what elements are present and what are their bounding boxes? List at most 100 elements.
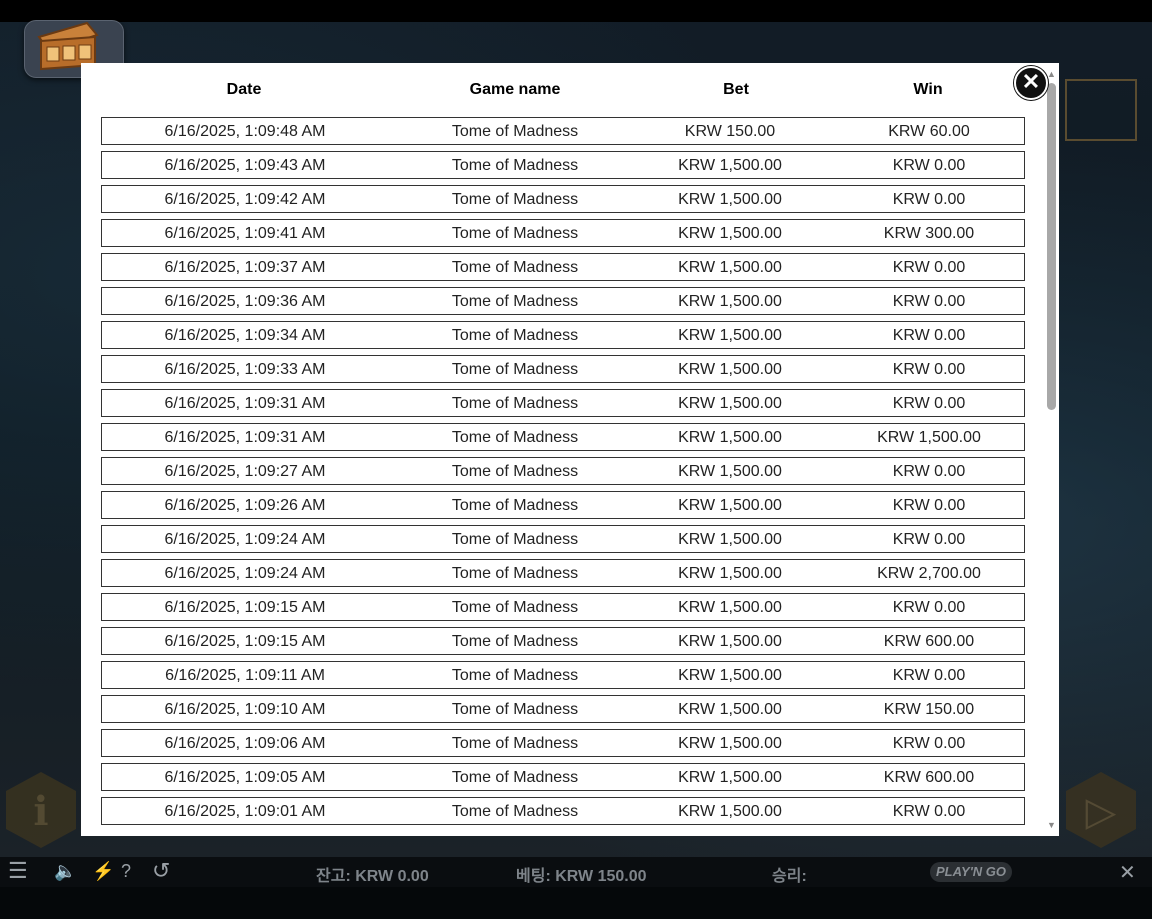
cell-bet: KRW 1,500.00 xyxy=(678,667,782,684)
cell-win: KRW 0.00 xyxy=(892,327,966,344)
cell-date: 6/16/2025, 1:09:05 AM xyxy=(164,769,326,786)
balance-display: 잔고: KRW 0.00 xyxy=(316,868,429,885)
scrollbar-thumb[interactable] xyxy=(1047,83,1056,410)
cell-win: KRW 2,700.00 xyxy=(877,565,981,582)
win-display: 승리: xyxy=(772,868,807,885)
cell-date: 6/16/2025, 1:09:36 AM xyxy=(164,293,326,310)
help-icon[interactable]: ? xyxy=(121,861,131,882)
cell-win: KRW 0.00 xyxy=(892,803,966,820)
cell-game-name: Tome of Madness xyxy=(451,395,579,412)
table-row: 6/16/2025, 1:09:31 AM Tome of Madness KRW … xyxy=(101,389,1025,417)
cell-game-name: Tome of Madness xyxy=(451,123,579,140)
table-row: 6/16/2025, 1:09:11 AM Tome of Madness KRW … xyxy=(101,661,1025,689)
cell-game-name: Tome of Madness xyxy=(451,463,579,480)
cell-date: 6/16/2025, 1:09:06 AM xyxy=(164,735,326,752)
cell-bet: KRW 1,500.00 xyxy=(678,225,782,242)
cell-date: 6/16/2025, 1:09:11 AM xyxy=(165,667,325,684)
table-row: 6/16/2025, 1:09:42 AM Tome of Madness KRW … xyxy=(101,185,1025,213)
table-row: 6/16/2025, 1:09:24 AM Tome of Madness KRW … xyxy=(101,559,1025,587)
cell-game-name: Tome of Madness xyxy=(451,361,579,378)
cell-bet: KRW 1,500.00 xyxy=(678,531,782,548)
table-row: 6/16/2025, 1:09:26 AM Tome of Madness KRW … xyxy=(101,491,1025,519)
cell-game-name: Tome of Madness xyxy=(451,667,579,684)
cell-win: KRW 0.00 xyxy=(892,735,966,752)
cell-win: KRW 150.00 xyxy=(883,701,975,718)
cell-win: KRW 0.00 xyxy=(892,463,966,480)
cell-date: 6/16/2025, 1:09:31 AM xyxy=(164,395,326,412)
scrollbar[interactable]: ▲ ▼ xyxy=(1043,67,1059,836)
header-game-name: Game name xyxy=(469,81,561,98)
cell-bet: KRW 1,500.00 xyxy=(678,701,782,718)
cell-win: KRW 0.00 xyxy=(892,259,966,276)
header-bet: Bet xyxy=(723,81,749,98)
cell-bet: KRW 1,500.00 xyxy=(678,497,782,514)
cell-win: KRW 0.00 xyxy=(892,395,966,412)
table-row: 6/16/2025, 1:09:43 AM Tome of Madness KRW … xyxy=(101,151,1025,179)
play-icon: ▷ xyxy=(1085,788,1117,835)
exit-icon[interactable]: ✕ xyxy=(1119,860,1136,885)
cell-date: 6/16/2025, 1:09:10 AM xyxy=(164,701,326,718)
history-icon[interactable]: ↺ xyxy=(152,858,170,884)
cell-date: 6/16/2025, 1:09:26 AM xyxy=(164,497,326,514)
cell-game-name: Tome of Madness xyxy=(451,497,579,514)
table-row: 6/16/2025, 1:09:41 AM Tome of Madness KRW … xyxy=(101,219,1025,247)
table-row: 6/16/2025, 1:09:31 AM Tome of Madness KRW … xyxy=(101,423,1025,451)
cell-game-name: Tome of Madness xyxy=(451,565,579,582)
cell-game-name: Tome of Madness xyxy=(451,633,579,650)
cell-win: KRW 0.00 xyxy=(892,497,966,514)
cell-bet: KRW 1,500.00 xyxy=(678,259,782,276)
cell-bet: KRW 1,500.00 xyxy=(678,633,782,650)
cell-win: KRW 0.00 xyxy=(892,157,966,174)
bottom-footer xyxy=(0,887,1152,919)
cell-bet: KRW 150.00 xyxy=(684,123,776,140)
cell-bet: KRW 1,500.00 xyxy=(678,769,782,786)
table-row: 6/16/2025, 1:09:15 AM Tome of Madness KRW … xyxy=(101,593,1025,621)
cell-win: KRW 600.00 xyxy=(883,633,975,650)
cell-bet: KRW 1,500.00 xyxy=(678,395,782,412)
scroll-up-arrow[interactable]: ▲ xyxy=(1047,69,1056,79)
table-row: 6/16/2025, 1:09:37 AM Tome of Madness KRW … xyxy=(101,253,1025,281)
cell-bet: KRW 1,500.00 xyxy=(678,803,782,820)
bottom-bar: ☰ 🔈 ⚡ ? ↺ 잔고: KRW 0.00 베팅: KRW 150.00 승리… xyxy=(0,857,1152,887)
menu-icon[interactable]: ☰ xyxy=(8,858,28,884)
cell-bet: KRW 1,500.00 xyxy=(678,599,782,616)
cell-win: KRW 60.00 xyxy=(888,123,970,140)
turbo-icon[interactable]: ⚡ xyxy=(92,861,114,882)
info-icon: i xyxy=(33,788,49,835)
cell-date: 6/16/2025, 1:09:15 AM xyxy=(164,599,326,616)
cell-bet: KRW 1,500.00 xyxy=(678,565,782,582)
playngo-logo: PLAY'N GO xyxy=(930,862,1012,882)
cell-game-name: Tome of Madness xyxy=(451,157,579,174)
cell-bet: KRW 1,500.00 xyxy=(678,327,782,344)
cell-bet: KRW 1,500.00 xyxy=(678,191,782,208)
table-row: 6/16/2025, 1:09:34 AM Tome of Madness KRW … xyxy=(101,321,1025,349)
table-row: 6/16/2025, 1:09:33 AM Tome of Madness KRW … xyxy=(101,355,1025,383)
cell-bet: KRW 1,500.00 xyxy=(678,463,782,480)
scroll-down-arrow[interactable]: ▼ xyxy=(1047,820,1056,830)
cell-date: 6/16/2025, 1:09:41 AM xyxy=(164,225,326,242)
cell-bet: KRW 1,500.00 xyxy=(678,361,782,378)
header-date: Date xyxy=(226,81,262,98)
table-row: 6/16/2025, 1:09:05 AM Tome of Madness KRW … xyxy=(101,763,1025,791)
table-row: 6/16/2025, 1:09:06 AM Tome of Madness KRW … xyxy=(101,729,1025,757)
table-row: 6/16/2025, 1:09:10 AM Tome of Madness KRW … xyxy=(101,695,1025,723)
cell-win: KRW 0.00 xyxy=(892,599,966,616)
cell-win: KRW 0.00 xyxy=(892,667,966,684)
table-row: 6/16/2025, 1:09:48 AM Tome of Madness KRW … xyxy=(101,117,1025,145)
cell-game-name: Tome of Madness xyxy=(451,429,579,446)
sound-icon[interactable]: 🔈 xyxy=(54,861,76,882)
history-table: 6/16/2025, 1:09:48 AM Tome of Madness KRW … xyxy=(101,117,1025,831)
cell-win: KRW 300.00 xyxy=(883,225,975,242)
cell-date: 6/16/2025, 1:09:24 AM xyxy=(164,565,326,582)
cell-bet: KRW 1,500.00 xyxy=(678,157,782,174)
game-logo xyxy=(1062,70,1142,150)
top-strip xyxy=(0,0,1152,22)
cell-win: KRW 0.00 xyxy=(892,531,966,548)
close-icon: ✕ xyxy=(1021,69,1041,94)
cell-game-name: Tome of Madness xyxy=(451,803,579,820)
close-button[interactable]: ✕ xyxy=(1014,66,1048,100)
table-row: 6/16/2025, 1:09:15 AM Tome of Madness KRW … xyxy=(101,627,1025,655)
cell-game-name: Tome of Madness xyxy=(451,701,579,718)
cell-game-name: Tome of Madness xyxy=(451,769,579,786)
cell-win: KRW 0.00 xyxy=(892,361,966,378)
